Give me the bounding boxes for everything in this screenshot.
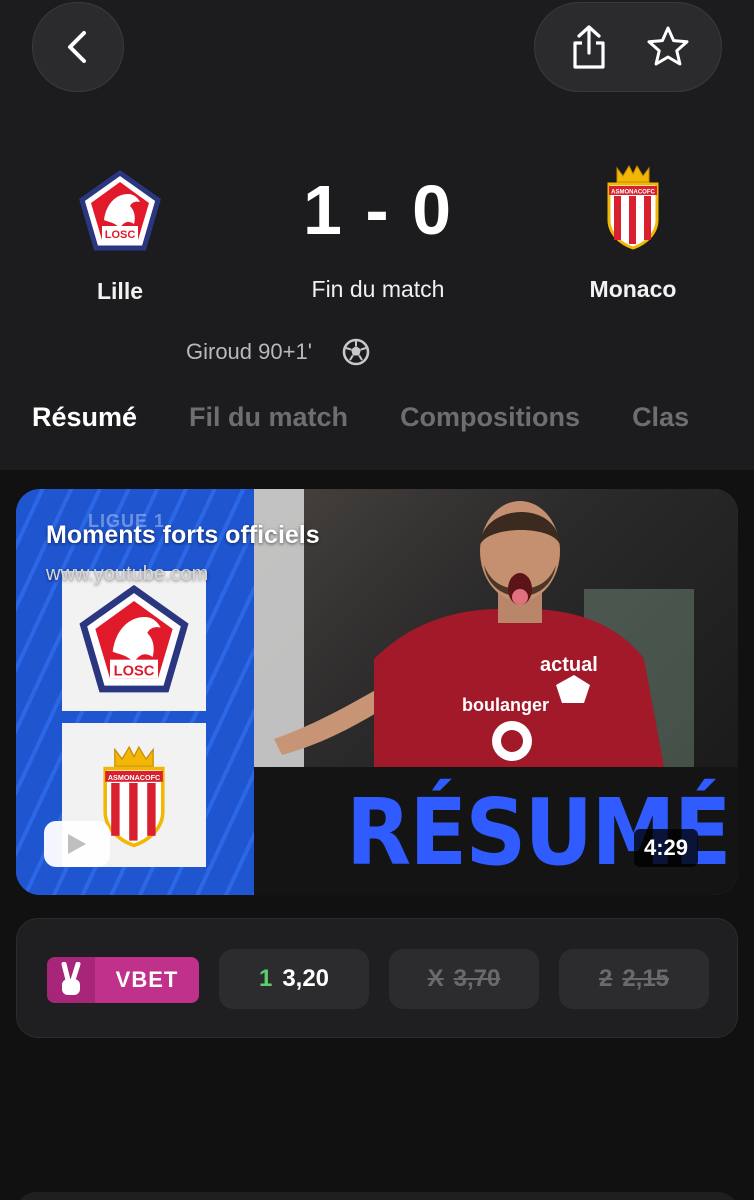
chevron-left-icon [52, 21, 104, 73]
bookmaker-name: VBET [115, 967, 179, 992]
away-team[interactable]: ASMONACOFC Monaco [572, 162, 694, 303]
monaco-logo-text: ASMONACOFC [611, 190, 655, 196]
home-team[interactable]: LOSC Lille [60, 168, 180, 305]
home-team-name: Lille [96, 278, 143, 304]
odd-home[interactable]: 1 3,20 [219, 949, 369, 1009]
actions-pill [534, 2, 722, 92]
odd-home-value: 3,20 [282, 965, 330, 992]
share-icon[interactable] [563, 21, 615, 73]
youtube-play-icon[interactable] [44, 821, 110, 867]
bookmaker-badge[interactable]: VBET [47, 957, 199, 1003]
back-button[interactable] [32, 2, 124, 92]
odd-away[interactable]: 2 2,15 [559, 949, 709, 1009]
goal-scorer: Giroud 90+1' [186, 339, 312, 364]
tab-resume[interactable]: Résumé [32, 402, 137, 433]
match-screen: LOSC Lille 1 - 0 Fin du match ASMONACOFC… [0, 0, 754, 1200]
odd-away-value: 2,15 [622, 965, 670, 992]
odd-draw-key: X [427, 965, 444, 992]
soccer-ball-icon [342, 338, 370, 366]
lille-logo: LOSC [77, 168, 163, 256]
tab-classement[interactable]: Clas [632, 402, 689, 433]
video-source: www.youtube.com [46, 563, 209, 585]
match-status: Fin du match [311, 276, 445, 302]
tab-fil-du-match[interactable]: Fil du match [189, 402, 348, 433]
goal-scorer-row: Giroud 90+1' [186, 338, 370, 366]
video-duration: 4:29 [634, 829, 699, 867]
jersey-sponsor-top: actual [540, 654, 598, 676]
video-lille-logo: LOSC [62, 571, 206, 711]
away-team-name: Monaco [589, 276, 677, 302]
odd-away-key: 2 [598, 965, 613, 992]
match-score: 1 - 0 [302, 171, 454, 249]
victory-hand-icon [47, 957, 95, 1003]
video-lille-logo-text: LOSC [114, 664, 155, 680]
odd-draw[interactable]: X 3,70 [389, 949, 539, 1009]
highlights-video-card[interactable]: LOSC ASMONACOFC actual boulanger RÉSUMÉ … [16, 489, 738, 895]
jersey-sponsor-chest: boulanger [462, 695, 549, 715]
video-title: Moments forts officiels [46, 521, 320, 549]
odds-card: VBET 1 3,20 X 3,70 2 2,15 [16, 918, 738, 1038]
next-card-edge [16, 1192, 738, 1200]
odd-draw-value: 3,70 [453, 965, 501, 992]
lille-logo-text: LOSC [105, 229, 136, 241]
player-celebration-photo: actual boulanger [254, 489, 738, 767]
odd-home-key: 1 [258, 965, 273, 992]
star-icon[interactable] [642, 21, 694, 73]
tab-bar: Résumé Fil du match Compositions Clas [32, 402, 741, 433]
tab-compositions[interactable]: Compositions [400, 402, 580, 433]
monaco-logo: ASMONACOFC [590, 162, 676, 250]
video-monaco-logo-text: ASMONACOFC [108, 773, 160, 782]
